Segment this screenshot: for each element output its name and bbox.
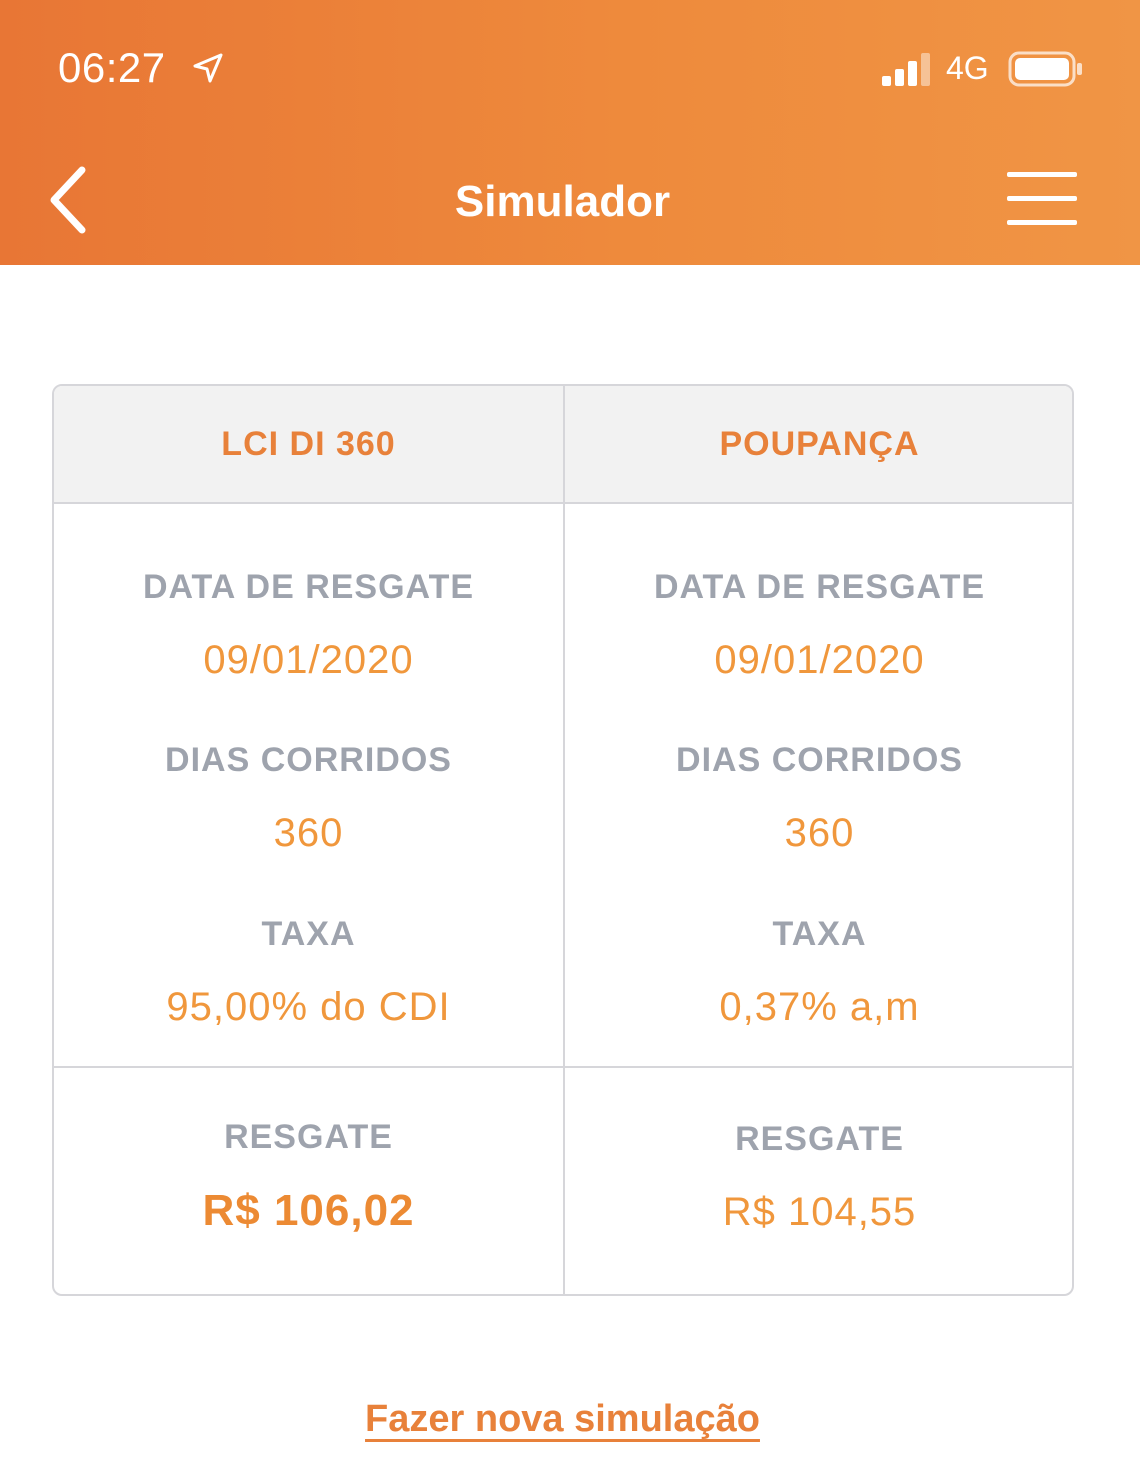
redemption-value: R$ 104,55 <box>722 1190 917 1234</box>
days-label: DIAS CORRIDOS <box>676 741 963 779</box>
days-value: 360 <box>273 811 344 855</box>
page-title: Simulador <box>454 177 671 226</box>
product-name-poupanca: POUPANÇA <box>565 386 1072 502</box>
network-type-label: 4G <box>946 50 989 86</box>
rate-value: 0,37% a,m <box>719 985 920 1029</box>
cellular-signal-icon <box>882 53 930 86</box>
comparison-table: LCI DI 360 DATA DE RESGATE 09/01/2020 DI… <box>52 384 1074 1296</box>
rate-label: TAXA <box>772 915 867 953</box>
result-divider <box>54 1066 1072 1068</box>
rate-label: TAXA <box>261 915 356 953</box>
new-simulation-link[interactable]: Fazer nova simulação <box>365 1398 760 1440</box>
redemption-date-value: 09/01/2020 <box>714 638 925 682</box>
product-name-lci: LCI DI 360 <box>54 386 563 502</box>
header-divider <box>54 502 1072 504</box>
redemption-date-label: DATA DE RESGATE <box>653 568 986 606</box>
redemption-label: RESGATE <box>224 1118 393 1156</box>
new-simulation-container: Fazer nova simulação <box>0 1398 1125 1441</box>
battery-icon <box>1008 51 1082 87</box>
days-label: DIAS CORRIDOS <box>165 741 452 779</box>
hamburger-menu-icon[interactable] <box>1005 170 1079 228</box>
product-column-poupanca: POUPANÇA DATA DE RESGATE 09/01/2020 DIAS… <box>565 386 1072 1294</box>
redemption-date-label: DATA DE RESGATE <box>142 568 475 606</box>
location-arrow-icon <box>193 53 223 83</box>
days-value: 360 <box>784 811 855 855</box>
app-header: 06:27 4G Simulador <box>0 0 1140 265</box>
rate-value: 95,00% do CDI <box>166 985 451 1029</box>
status-time: 06:27 <box>58 44 166 91</box>
redemption-value: R$ 106,02 <box>202 1186 415 1235</box>
redemption-date-value: 09/01/2020 <box>203 638 414 682</box>
product-column-lci: LCI DI 360 DATA DE RESGATE 09/01/2020 DI… <box>54 386 563 1294</box>
redemption-label: RESGATE <box>735 1120 904 1158</box>
